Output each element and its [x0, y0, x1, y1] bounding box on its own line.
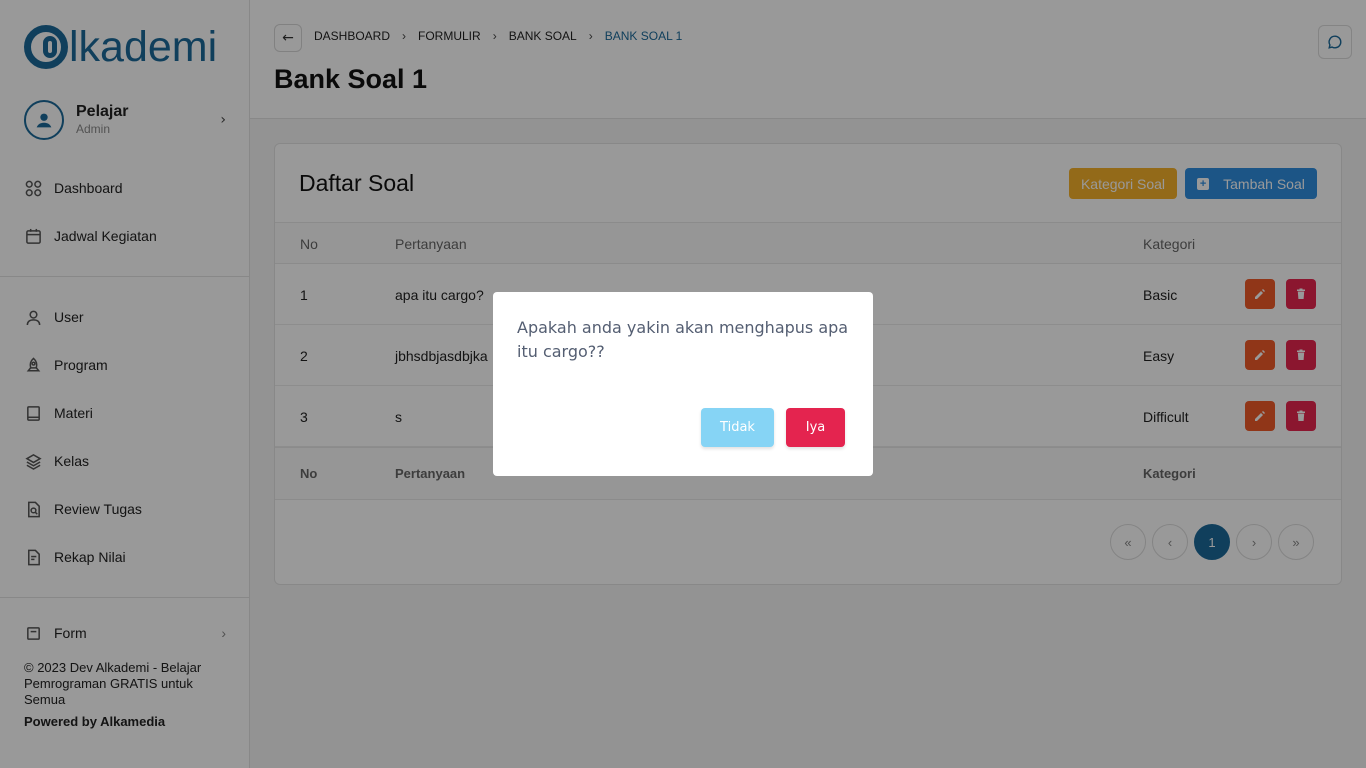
confirm-delete-dialog: Apakah anda yakin akan menghapus apa itu… [493, 292, 873, 476]
confirm-button[interactable]: Iya [786, 408, 845, 447]
cancel-button[interactable]: Tidak [701, 408, 774, 447]
dialog-message: Apakah anda yakin akan menghapus apa itu… [517, 318, 849, 361]
